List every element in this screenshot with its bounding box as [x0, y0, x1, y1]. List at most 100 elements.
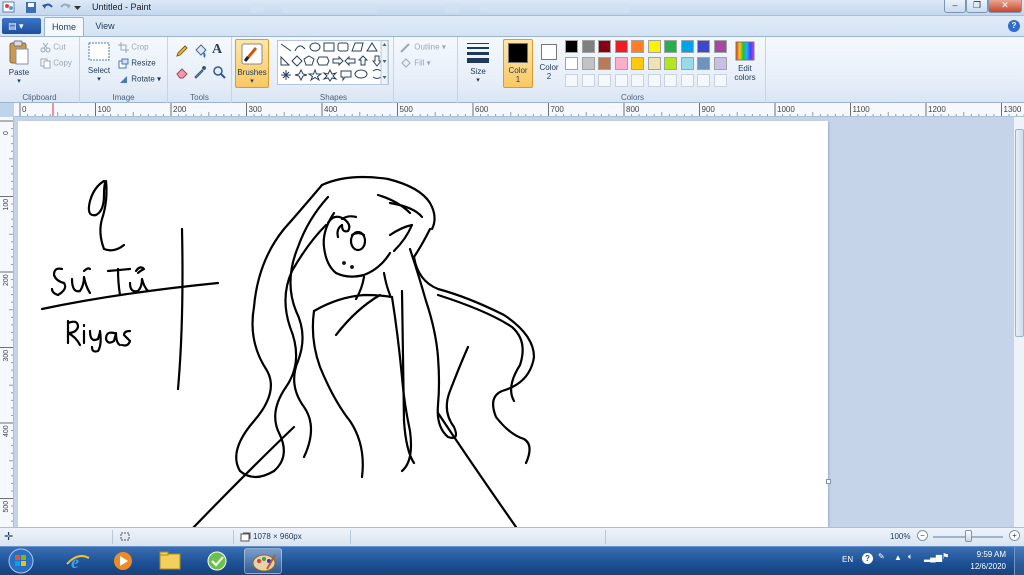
paint-menu-button[interactable]: ▤ ▾: [2, 18, 41, 34]
customize-qat-icon[interactable]: [73, 1, 82, 14]
tab-view[interactable]: View: [88, 17, 122, 36]
svg-text:e: e: [71, 552, 79, 572]
magnifier-icon[interactable]: [212, 65, 226, 79]
ruler-label: 0: [3, 131, 10, 135]
rotate-button[interactable]: Rotate ▾: [118, 74, 161, 85]
status-separator: [350, 530, 351, 544]
help-icon[interactable]: ?: [1008, 20, 1020, 32]
clock-time[interactable]: 9:59 AM: [977, 550, 1006, 559]
ruler-label: 100: [3, 199, 10, 211]
status-bar: ✛ 1078 × 960px 100% − +: [0, 527, 1024, 546]
close-button[interactable]: ✕: [988, 0, 1022, 13]
vertical-scrollbar[interactable]: [1013, 117, 1024, 527]
paint-palette-icon: [252, 554, 276, 572]
start-button-icon[interactable]: [4, 548, 38, 574]
taskbar-paint[interactable]: [244, 548, 282, 574]
maximize-button[interactable]: ❐: [966, 0, 988, 13]
minimize-button[interactable]: –: [944, 0, 966, 13]
drawing-canvas[interactable]: [18, 121, 828, 527]
hair-crown-strand: [376, 193, 424, 219]
handwritten-letter-a: [104, 331, 122, 347]
zoom-out-button[interactable]: −: [917, 530, 928, 541]
crop-button[interactable]: Crop: [118, 42, 149, 53]
show-hidden-icons[interactable]: ▲: [894, 553, 902, 562]
cut-label: Cut: [53, 42, 66, 52]
status-separator: [233, 530, 234, 544]
paint-app-icon[interactable]: [2, 1, 16, 14]
shapes-gallery[interactable]: [277, 40, 389, 85]
taskbar-file-explorer[interactable]: [151, 548, 189, 574]
title-bar: Untitled - Paint – ❐ ✕: [0, 0, 1024, 16]
undo-icon[interactable]: [41, 1, 55, 14]
taskbar-media-player[interactable]: [104, 548, 142, 574]
cheek-dot: [350, 265, 354, 269]
ruler-label: 400: [3, 425, 10, 437]
save-icon[interactable]: [24, 1, 38, 14]
brushes-dropdown-icon[interactable]: ▾: [236, 77, 268, 85]
ruler-label: 400: [324, 105, 338, 114]
show-desktop-button[interactable]: [1014, 547, 1024, 575]
select-dropdown-icon[interactable]: ▾: [84, 75, 114, 83]
paste-dropdown-icon[interactable]: ▾: [4, 77, 34, 85]
ruler-ticks-vertical: 0 100 200 300 400 500: [0, 120, 13, 522]
pen-input-icon[interactable]: ✎: [878, 552, 885, 561]
collar-stroke: [334, 293, 382, 337]
pencil-icon[interactable]: [175, 44, 189, 58]
status-separator: [605, 530, 606, 544]
canvas-resize-handle[interactable]: [826, 479, 831, 484]
brushes-button[interactable]: Brushes ▾: [235, 39, 269, 88]
paste-button[interactable]: Paste ▾: [4, 40, 34, 85]
paste-icon: [9, 40, 29, 65]
network-icon[interactable]: ▂▄▆: [924, 553, 942, 562]
tab-home[interactable]: Home: [44, 17, 84, 36]
background-tab-faint: [480, 3, 630, 13]
zoom-slider-thumb[interactable]: [965, 530, 972, 542]
resize-button[interactable]: Resize: [118, 58, 156, 69]
zoom-level: 100%: [890, 532, 911, 541]
taskbar-internet-explorer[interactable]: e: [59, 548, 97, 574]
rotate-dropdown-icon[interactable]: ▾: [157, 75, 161, 84]
volume-icon[interactable]: 🔈︎: [908, 552, 913, 562]
copy-icon: [40, 58, 51, 69]
clock-date[interactable]: 12/6/2020: [970, 562, 1006, 571]
fill-bucket-icon[interactable]: [193, 44, 207, 58]
handwritten-mark: [134, 266, 146, 275]
vertical-scrollbar-thumb[interactable]: [1015, 129, 1024, 337]
eraser-icon[interactable]: [175, 65, 189, 79]
workspace: [14, 117, 1013, 527]
crop-icon: [118, 42, 129, 53]
handwritten-letter-s: [120, 329, 132, 347]
size-button[interactable]: Size ▾: [462, 41, 494, 84]
copy-label: Copy: [53, 58, 72, 68]
dress-left-hem: [192, 425, 296, 527]
size-dropdown-icon[interactable]: ▾: [462, 76, 494, 84]
cut-button[interactable]: Cut: [40, 42, 66, 53]
language-indicator[interactable]: EN: [842, 555, 853, 564]
cursor-position-icon: ✛: [4, 531, 14, 543]
image-dimensions: 1078 × 960px: [253, 532, 302, 541]
hair-right-wave: [436, 293, 524, 403]
select-button[interactable]: Select ▾: [84, 40, 114, 83]
line-size-icon: [467, 43, 489, 63]
cheek-dot: [342, 261, 346, 265]
folder-icon: [159, 551, 181, 570]
shapes-group-label: Shapes: [319, 93, 348, 102]
shoulder-stroke: [312, 293, 394, 313]
background-tab-faint: [282, 3, 377, 13]
copy-button[interactable]: Copy: [40, 58, 72, 69]
brushes-label: Brushes: [237, 68, 267, 77]
rotate-label: Rotate: [131, 74, 155, 84]
taskbar-app-green[interactable]: [198, 548, 236, 574]
redo-icon[interactable]: [58, 1, 72, 14]
media-player-icon: [114, 552, 132, 570]
handwritten-letter-u: [128, 277, 150, 293]
select-rectangle-icon: [88, 42, 110, 61]
text-tool-icon[interactable]: A: [212, 42, 222, 58]
language-help-icon[interactable]: ?: [862, 553, 873, 564]
dress-center-line: [400, 289, 416, 465]
action-center-icon[interactable]: ⚑: [942, 552, 949, 561]
tools-group: A Tools: [168, 37, 232, 103]
zoom-in-button[interactable]: +: [1009, 530, 1020, 541]
background-tab-faint: [445, 3, 459, 13]
color-picker-icon[interactable]: [193, 65, 207, 79]
